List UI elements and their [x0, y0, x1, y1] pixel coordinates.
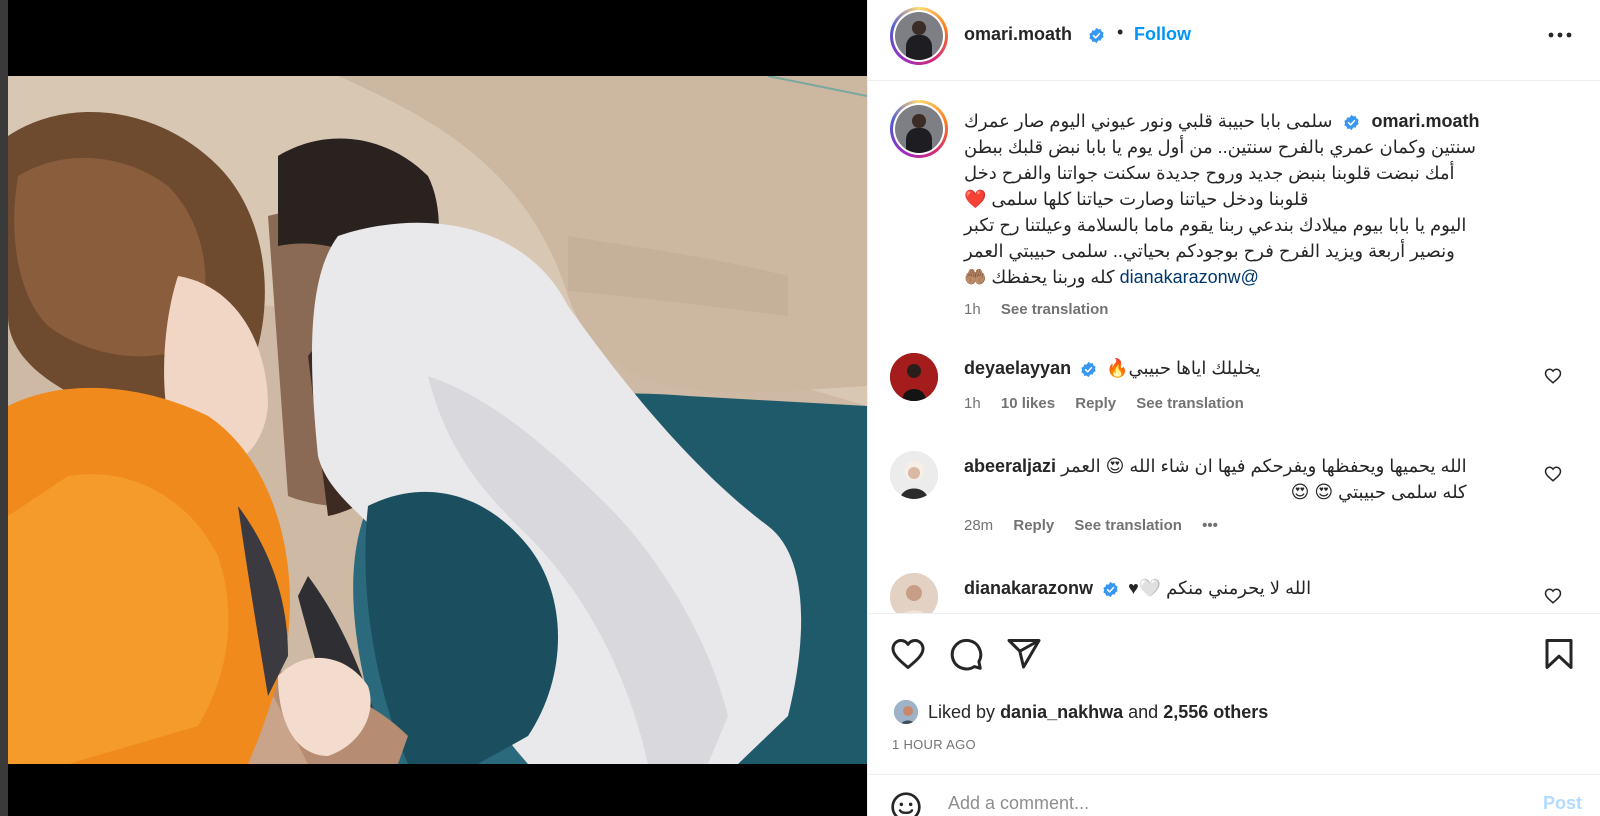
comment-avatar[interactable]	[890, 573, 938, 613]
more-options-icon[interactable]	[1545, 20, 1575, 50]
comment-likes-count[interactable]: 10 likes	[1001, 395, 1055, 412]
comment-text: deyaelayyan يخليلك اياها حبيبي🔥	[964, 355, 1261, 381]
caption-text-line: سلمى بابا حبيبة قلبي ونور عيوني اليوم صا…	[964, 111, 1333, 131]
bookmark-icon[interactable]	[1541, 636, 1577, 672]
share-icon[interactable]	[1006, 636, 1042, 672]
post-header: omari.moath • Follow	[868, 0, 1600, 81]
post-details-panel: omari.moath • Follow omari.moath سلمى با…	[867, 0, 1600, 816]
comment-input[interactable]	[948, 793, 1488, 814]
comment-body: كله سلمى حبيبتي 😍 😍	[1290, 482, 1467, 502]
caption-username[interactable]: omari.moath	[1371, 111, 1479, 131]
caption-text-line: سنتين وكمان عمري بالفرح سنتين.. من أول ي…	[964, 137, 1476, 157]
comment-username[interactable]: abeeraljazi	[964, 456, 1056, 476]
caption-text-line: اليوم يا بابا بيوم ميلادك بندعي ربنا يقو…	[964, 215, 1467, 235]
liker-username[interactable]: dania_nakhwa	[1000, 702, 1123, 723]
caption-mention-link[interactable]: @dianakarazonw	[1120, 267, 1259, 287]
comment-time: 28m	[964, 517, 994, 534]
likes-summary[interactable]: Liked by dania_nakhwa and 2,556 others	[892, 698, 1268, 726]
comment-meta: 1h 10 likes Reply See translation	[964, 395, 1260, 412]
liked-by-prefix: Liked by	[928, 701, 996, 722]
verified-icon	[1089, 27, 1104, 44]
comment-time: 1h	[964, 395, 981, 412]
post-timestamp: 1 HOUR AGO	[892, 737, 976, 752]
heart-icon[interactable]	[1544, 587, 1562, 605]
caption-text-line: أمك نبضت قلوبنا بنبض جديد وروح جديدة سكن…	[964, 163, 1455, 183]
comment-body: الله لا يحرمني منكم 🤍♥	[1128, 578, 1312, 598]
comment-composer: Post	[868, 774, 1600, 816]
author-username[interactable]: omari.moath	[964, 24, 1072, 45]
caption-line: omari.moath سلمى بابا حبيبة قلبي ونور عي…	[964, 108, 1539, 134]
comment-meta: 28m Reply See translation •••	[964, 517, 1234, 534]
likes-others-count[interactable]: 2,556 others	[1163, 702, 1268, 723]
post-comment-button[interactable]: Post	[1543, 793, 1582, 814]
comment-avatar[interactable]	[890, 353, 938, 401]
verified-icon	[1344, 114, 1360, 130]
liker-avatar[interactable]	[892, 698, 920, 726]
background-window-edge	[0, 0, 8, 816]
like-heart-icon[interactable]	[890, 636, 926, 672]
heart-icon[interactable]	[1544, 465, 1562, 483]
follow-button[interactable]: Follow	[1134, 24, 1191, 45]
post-media	[8, 0, 867, 816]
heart-icon[interactable]	[1544, 367, 1562, 385]
verified-icon	[1103, 581, 1118, 597]
comment-username[interactable]: deyaelayyan	[964, 358, 1071, 378]
caption-text-line: كله وربنا يحفظك 🤲🏽	[964, 267, 1115, 287]
see-translation-button[interactable]: See translation	[1001, 301, 1109, 318]
emoji-icon[interactable]	[890, 791, 922, 816]
reply-button[interactable]: Reply	[1075, 395, 1116, 412]
comment-body: الله يحميها ويحفظها ويفرحكم فيها ان شاء …	[1061, 456, 1467, 476]
verified-icon	[1081, 361, 1096, 377]
comment-body: يخليلك اياها حبيبي🔥	[1106, 358, 1261, 378]
see-translation-button[interactable]: See translation	[1136, 395, 1244, 412]
post-photo	[8, 76, 867, 764]
comment-username[interactable]: dianakarazonw	[964, 578, 1093, 598]
reply-button[interactable]: Reply	[1013, 517, 1054, 534]
caption-time: 1h	[964, 301, 981, 318]
header-separator: •	[1117, 22, 1124, 42]
caption-text-line: ونصير أربعة ويزيد الفرح فرح بوجودكم بحيا…	[964, 241, 1455, 261]
caption-author-avatar[interactable]	[890, 100, 948, 158]
comment-more-options[interactable]: •••	[1202, 517, 1218, 534]
caption-text-line: قلوبنا ودخل حياتنا وصارت حياتنا كلها سلم…	[964, 189, 1309, 209]
post-caption: omari.moath سلمى بابا حبيبة قلبي ونور عي…	[964, 108, 1539, 290]
comments-list[interactable]: omari.moath سلمى بابا حبيبة قلبي ونور عي…	[868, 81, 1600, 613]
comment-icon[interactable]	[948, 636, 984, 672]
post-actions: Liked by dania_nakhwa and 2,556 others 1…	[868, 613, 1600, 816]
liked-by-and: and	[1128, 701, 1159, 722]
caption-line: @dianakarazonw كله وربنا يحفظك 🤲🏽	[964, 264, 1539, 290]
author-avatar[interactable]	[890, 7, 948, 65]
comment-text: abeeraljazi الله يحميها ويحفظها ويفرحكم …	[964, 453, 1467, 505]
comment-text: dianakarazonw الله لا يحرمني منكم 🤍♥	[964, 575, 1311, 601]
see-translation-button[interactable]: See translation	[1074, 517, 1182, 534]
caption-meta: 1h See translation	[964, 301, 1124, 318]
comment-avatar[interactable]	[890, 451, 938, 499]
